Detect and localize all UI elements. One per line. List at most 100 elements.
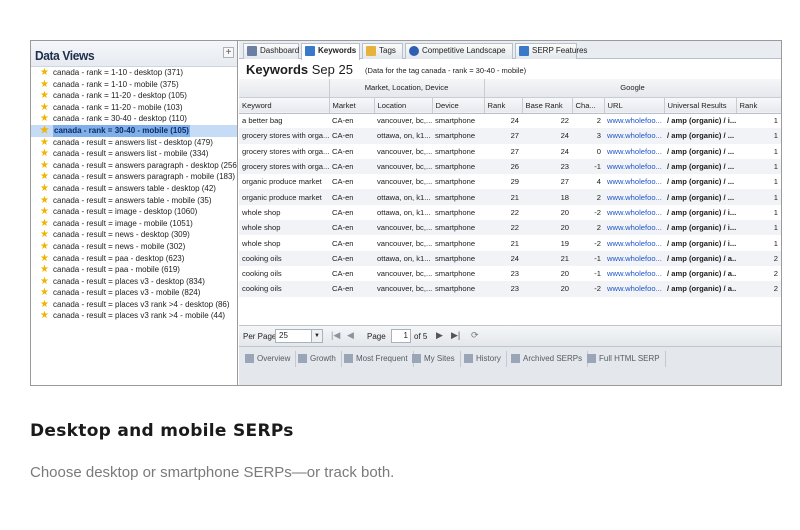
universal-results-cell: / amp (organic) / a... [664,250,737,266]
tab-tags[interactable]: Tags [362,43,403,59]
change-cell: 0 [596,146,602,156]
bottom-tab-archived-serps[interactable]: Archived SERPs [509,351,589,367]
column-header[interactable]: Location [374,97,433,114]
data-views-title: Data Views [35,48,95,63]
data-view-item[interactable]: ★ canada - rank = 11-20 - desktop (105) [31,90,237,102]
device-cell: smartphone [435,207,476,217]
tab-serp-features[interactable]: SERP Features [515,43,587,59]
bottom-tab-history[interactable]: History [462,351,507,367]
column-header[interactable]: Rank [484,97,523,114]
refresh-icon[interactable]: ⟳ [471,330,479,341]
per-page-select[interactable]: 25 ▼ [275,329,323,343]
bottom-tab-overview[interactable]: Overview [243,351,297,367]
table-row[interactable]: cooking oils CA-en vancouver, bc,... smartp… [239,281,781,297]
url-cell[interactable]: www.wholefoo... [604,250,665,266]
column-header[interactable]: Rank [736,97,781,114]
data-view-item[interactable]: ★ canada - rank = 30-40 - desktop (110) [31,113,237,125]
data-view-item[interactable]: ★ canada - result = places v3 rank >4 - d… [31,299,237,311]
star-icon: ★ [40,194,49,206]
page-number-input[interactable]: 1 [391,329,411,343]
change-cell: -2 [594,238,602,248]
url-cell[interactable]: www.wholefoo... [604,205,664,220]
data-view-item[interactable]: ★ canada - result = answers table - mobil… [31,194,237,207]
data-view-item[interactable]: ★ canada - result = image - mobile (1051) [31,218,237,230]
table-row[interactable]: cooking oils CA-en vancouver, bc,... smartp… [239,266,781,281]
tab-competitive-landscape[interactable]: Competitive Landscape [405,43,513,59]
data-view-item[interactable]: ★ canada - result = news - desktop (309) [31,229,237,241]
data-view-label: canada - result = answers table - deskto… [53,183,216,193]
data-view-item[interactable]: ★ canada - result = answers paragraph - d… [31,160,237,172]
table-row[interactable]: grocery stores with orga... CA-en vancouve… [239,158,781,175]
table-row[interactable]: grocery stores with orga... CA-en vancouve… [239,144,781,159]
column-header[interactable]: Keyword [239,97,330,114]
data-view-item[interactable]: ★ canada - result = paa - desktop (623) [31,253,237,265]
data-view-item[interactable]: ★ canada - result = places v3 - mobile (8… [31,287,237,299]
first-page-icon[interactable]: |◀ [331,330,340,341]
column-header[interactable]: Market [329,97,375,114]
bottom-tab-label: Archived SERPs [523,354,583,363]
data-view-item[interactable]: ★ canada - rank = 1-10 - desktop (371) [31,67,237,79]
rank-cell-2: 1 [773,177,779,187]
data-view-item[interactable]: ★ canada - result = paa - mobile (619) [31,264,237,276]
data-view-item[interactable]: ★ canada - result = answers list - mobile… [31,148,237,160]
tab-keywords[interactable]: Keywords [301,43,360,60]
data-view-item[interactable]: ★ canada - result = answers list - deskto… [31,137,237,149]
column-header[interactable]: Cha... [572,97,605,114]
rank-cell-2: 1 [773,146,779,156]
table-row[interactable]: whole shop CA-en vancouver, bc,... smartpho… [239,220,781,236]
add-view-button[interactable]: + [223,47,234,58]
url-cell[interactable]: www.wholefoo... [604,235,664,250]
column-header[interactable]: URL [604,97,665,114]
page-title: Keywords Sep 25 [246,62,353,77]
table-row[interactable]: a better bag CA-en vancouver, bc,... smartp… [239,113,781,128]
rank-cell: 24 [510,116,520,126]
table-row[interactable]: whole shop CA-en ottawa, on, k1... smartpho… [239,205,781,220]
per-page-value: 25 [279,331,288,340]
url-cell[interactable]: www.wholefoo... [604,113,664,128]
data-view-item[interactable]: ★ canada - result = answers table - deskt… [31,183,237,195]
data-view-item[interactable]: ★ canada - result = places v3 rank >4 - m… [31,310,237,322]
url-cell[interactable]: www.wholefoo... [604,220,665,236]
column-header[interactable]: Universal Results [664,97,737,114]
market-cell: CA-en [329,158,374,175]
data-view-item[interactable]: ★ canada - result = answers paragraph - m… [31,171,237,183]
bottom-tab-my-sites[interactable]: My Sites [410,351,461,367]
url-cell[interactable]: www.wholefoo... [604,128,665,144]
bar-chart-icon [245,354,254,363]
star-icon: ★ [40,113,49,125]
star-icon: ★ [40,287,49,299]
last-page-icon[interactable]: ▶| [451,330,460,341]
table-row[interactable]: whole shop CA-en vancouver, bc,... smartpho… [239,235,781,250]
next-page-icon[interactable]: ▶ [436,330,443,341]
bottom-tab-full-html-serp[interactable]: Full HTML SERP [585,351,666,367]
data-view-item[interactable]: ★ canada - rank = 1-10 - mobile (375) [31,79,237,91]
data-view-item[interactable]: ★ canada - rank = 11-20 - mobile (103) [31,102,237,114]
data-view-item[interactable]: ★ canada - rank = 30-40 - mobile (105) [31,124,237,137]
rank-cell-2: 1 [736,128,781,144]
data-view-item[interactable]: ★ canada - result = image - desktop (1060… [31,206,237,218]
url-cell[interactable]: www.wholefoo... [604,158,665,175]
table-row[interactable]: grocery stores with orga... CA-en ottawa, … [239,128,781,144]
table-row[interactable]: organic produce market CA-en vancouver, bc… [239,174,781,189]
rank-cell: 21 [484,189,523,205]
table-row[interactable]: cooking oils CA-en ottawa, on, k1... smartp… [239,250,781,266]
change-cell: -2 [572,281,605,297]
rank-cell: 24 [484,250,523,266]
url-cell[interactable]: www.wholefoo... [604,189,665,205]
per-page-label: Per Page: [243,332,279,341]
bottom-tab-growth[interactable]: Growth [296,351,342,367]
column-header[interactable]: Device [432,97,485,114]
data-view-item[interactable]: ★ canada - result = news - mobile (302) [31,241,237,253]
url-cell[interactable]: www.wholefoo... [604,144,664,159]
column-header[interactable]: Base Rank [522,97,573,114]
url-cell[interactable]: www.wholefoo... [604,281,665,297]
url-cell[interactable]: www.wholefoo... [604,174,664,189]
prev-page-icon[interactable]: ◀ [347,330,354,341]
url-cell[interactable]: www.wholefoo... [604,266,664,281]
bottom-tab-label: Overview [257,354,291,363]
bottom-tab-most-frequent[interactable]: Most Frequent [342,351,414,367]
market-cell: CA-en [329,250,374,266]
table-row[interactable]: organic produce market CA-en ottawa, on, k… [239,189,781,205]
tab-dashboard[interactable]: Dashboard [243,43,299,59]
data-view-item[interactable]: ★ canada - result = places v3 - desktop (… [31,276,237,288]
